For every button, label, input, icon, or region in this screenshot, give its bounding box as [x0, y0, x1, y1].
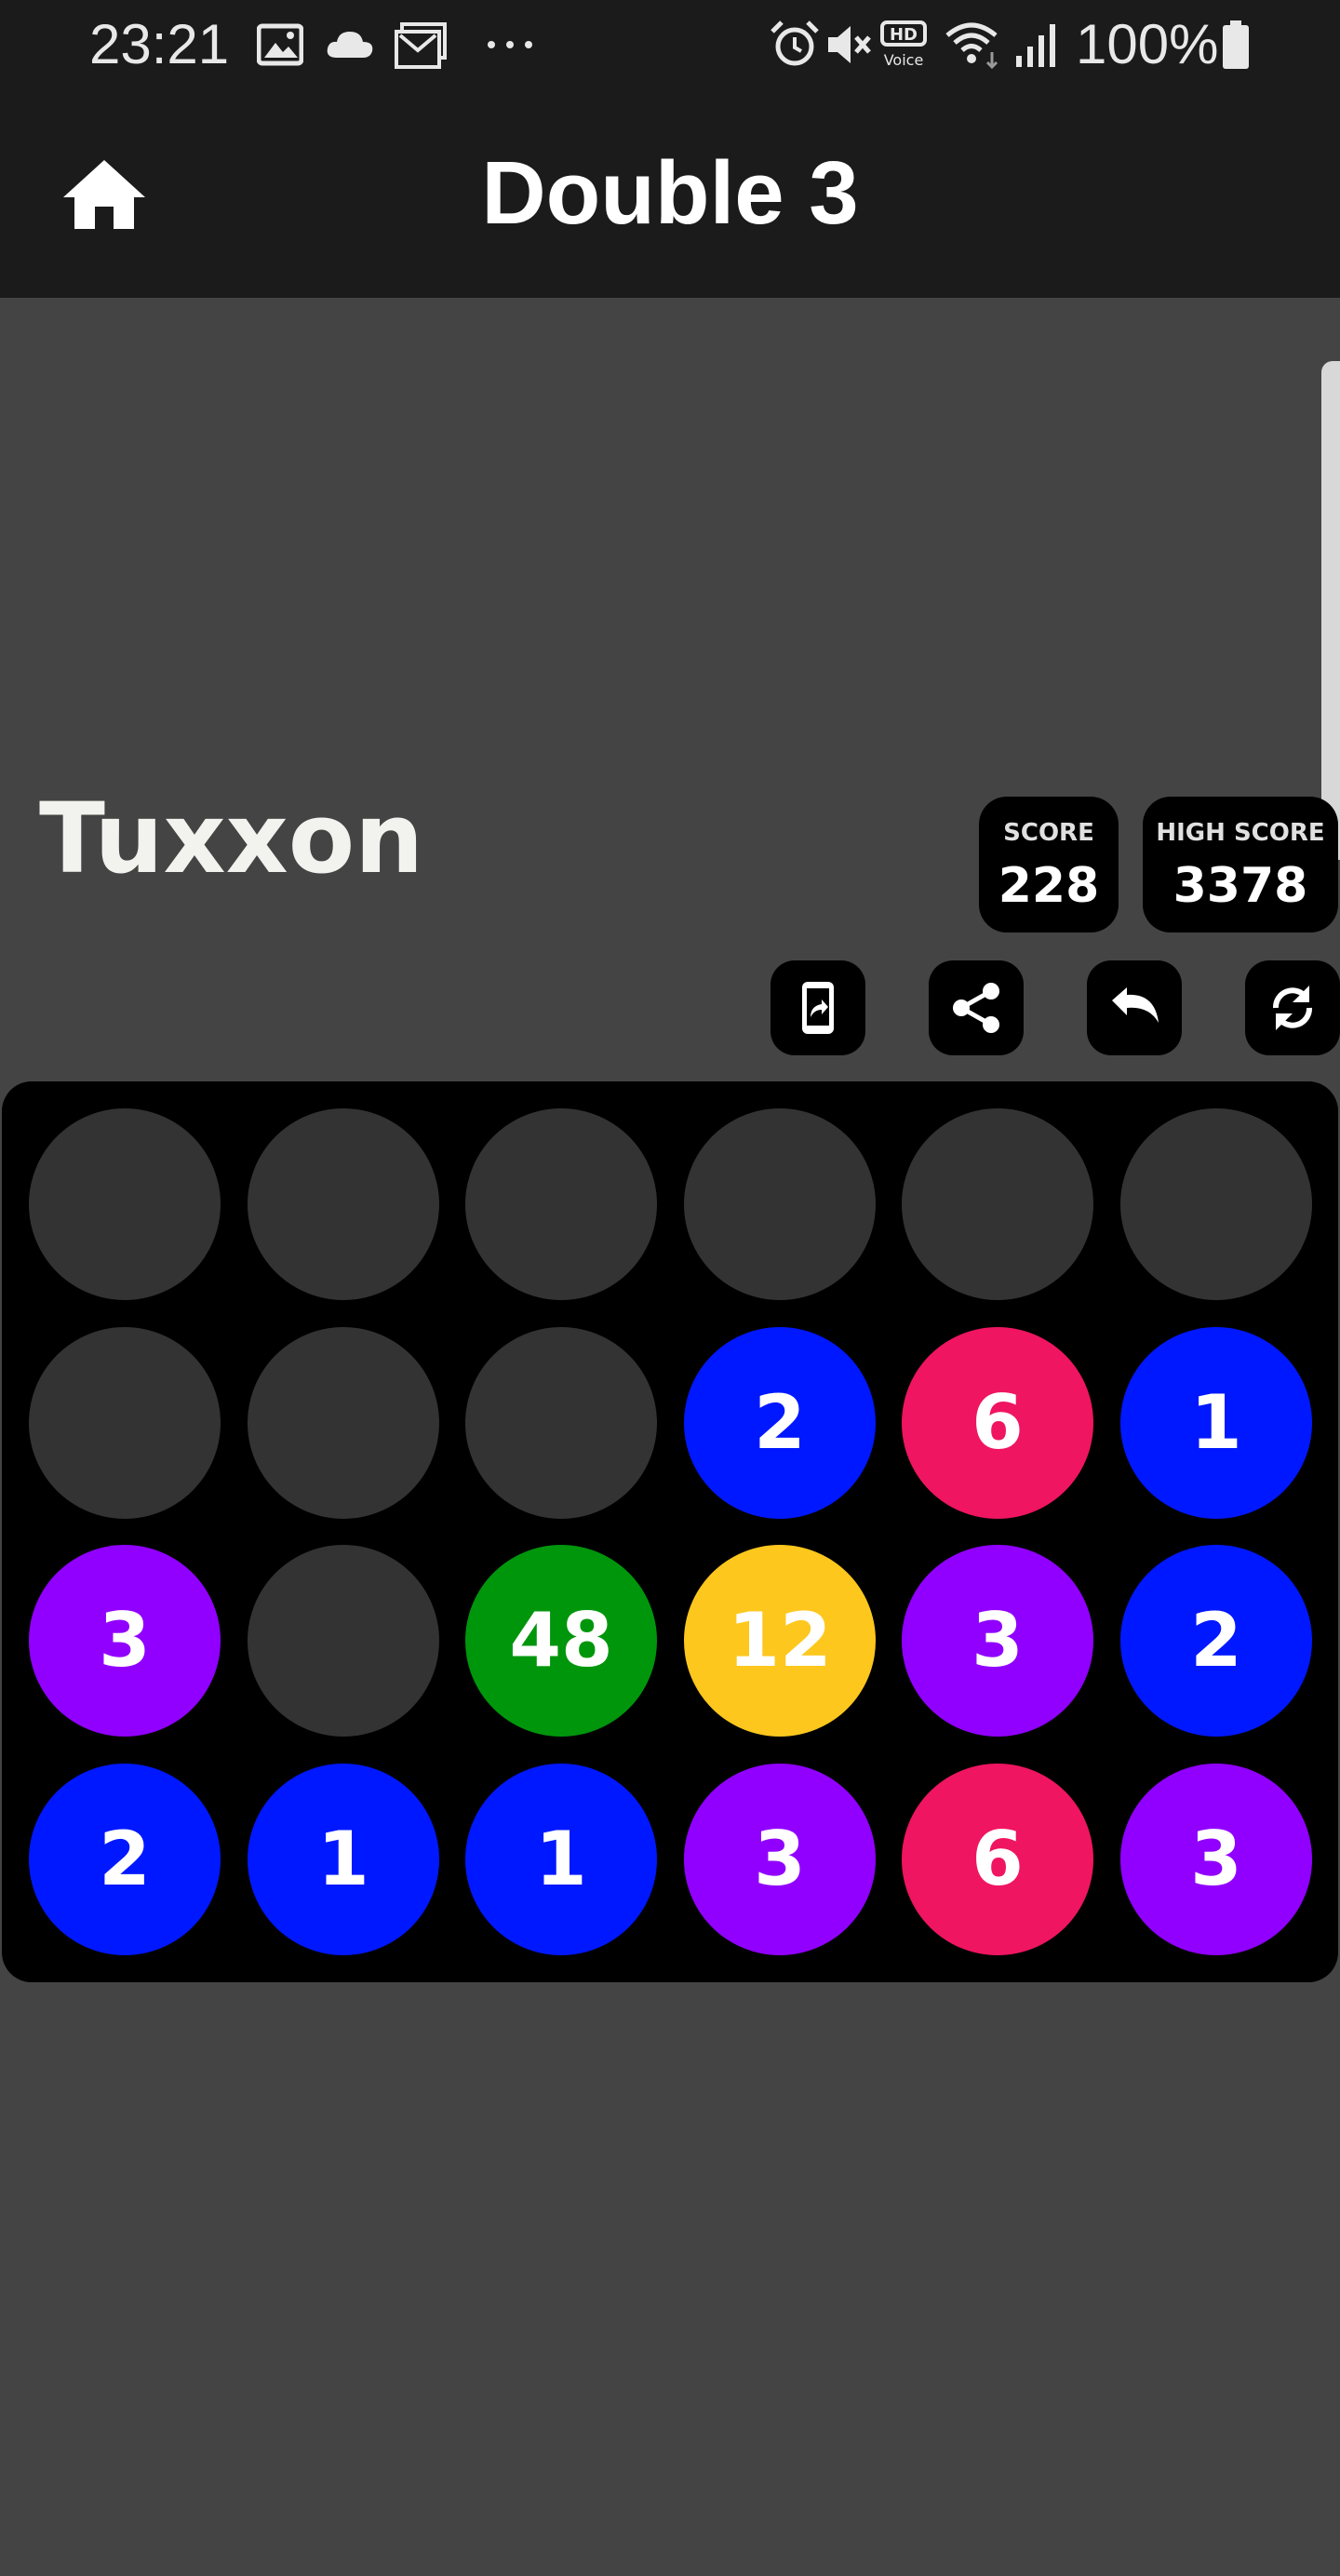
share-button[interactable]: [929, 960, 1024, 1055]
restart-button[interactable]: [1245, 960, 1340, 1055]
empty-cell[interactable]: [248, 1108, 439, 1300]
empty-cell[interactable]: [465, 1108, 657, 1300]
tile[interactable]: 3: [1120, 1764, 1312, 1955]
empty-cell[interactable]: [465, 1327, 657, 1519]
player-name: Tuxxon: [39, 782, 424, 895]
app-bar: Double 3: [0, 89, 1340, 298]
app-title: Double 3: [481, 143, 859, 243]
empty-cell[interactable]: [29, 1108, 221, 1300]
battery-icon: [1223, 20, 1249, 69]
share-icon: [953, 983, 999, 1033]
empty-cell[interactable]: [684, 1108, 876, 1300]
undo-icon: [1112, 987, 1159, 1023]
scrollbar[interactable]: [1321, 361, 1340, 860]
svg-text:Voice: Voice: [884, 51, 924, 69]
score-label: SCORE: [1003, 819, 1094, 847]
status-time: 23:21: [89, 13, 230, 75]
tile[interactable]: 2: [684, 1327, 876, 1519]
tile[interactable]: 12: [684, 1545, 876, 1737]
phone-share-icon: [802, 982, 834, 1034]
alarm-icon: [770, 20, 819, 66]
restart-icon: [1273, 986, 1312, 1030]
hd-voice-icon: HD Voice: [880, 20, 927, 69]
image-icon: [257, 23, 303, 66]
empty-cell[interactable]: [248, 1327, 439, 1519]
mail-icon: [395, 22, 447, 69]
wifi-icon: [945, 22, 998, 70]
score-box: SCORE 228: [979, 797, 1119, 932]
empty-cell[interactable]: [248, 1545, 439, 1737]
tile[interactable]: 6: [902, 1764, 1093, 1955]
high-score-value: 3378: [1172, 858, 1308, 914]
tile[interactable]: 3: [902, 1545, 1093, 1737]
phone-share-button[interactable]: [770, 960, 865, 1055]
high-score-box: HIGH SCORE 3378: [1143, 797, 1338, 932]
game-board[interactable]: 2 6 1 3 48 12 3 2 2 1 1 3 6 3: [2, 1081, 1338, 1982]
cloud-icon: [327, 32, 373, 58]
tile[interactable]: 6: [902, 1327, 1093, 1519]
tile[interactable]: 3: [29, 1545, 221, 1737]
tile[interactable]: 48: [465, 1545, 657, 1737]
svg-text:HD: HD: [890, 25, 918, 45]
high-score-label: HIGH SCORE: [1156, 819, 1325, 847]
battery-percent: 100%: [1076, 13, 1219, 75]
tile[interactable]: 1: [248, 1764, 439, 1955]
empty-cell[interactable]: [29, 1327, 221, 1519]
score-value: 228: [998, 858, 1100, 914]
tile[interactable]: 1: [1120, 1327, 1312, 1519]
tile[interactable]: 2: [1120, 1545, 1312, 1737]
tile[interactable]: 2: [29, 1764, 221, 1955]
mute-icon: [828, 26, 871, 63]
status-bar: 23:21 HD Voice 100%: [0, 0, 1340, 89]
signal-icon: [1016, 24, 1055, 67]
empty-cell[interactable]: [1120, 1108, 1312, 1300]
undo-button[interactable]: [1087, 960, 1182, 1055]
tile[interactable]: 3: [684, 1764, 876, 1955]
empty-cell[interactable]: [902, 1108, 1093, 1300]
more-icon: [488, 41, 532, 48]
tile[interactable]: 1: [465, 1764, 657, 1955]
